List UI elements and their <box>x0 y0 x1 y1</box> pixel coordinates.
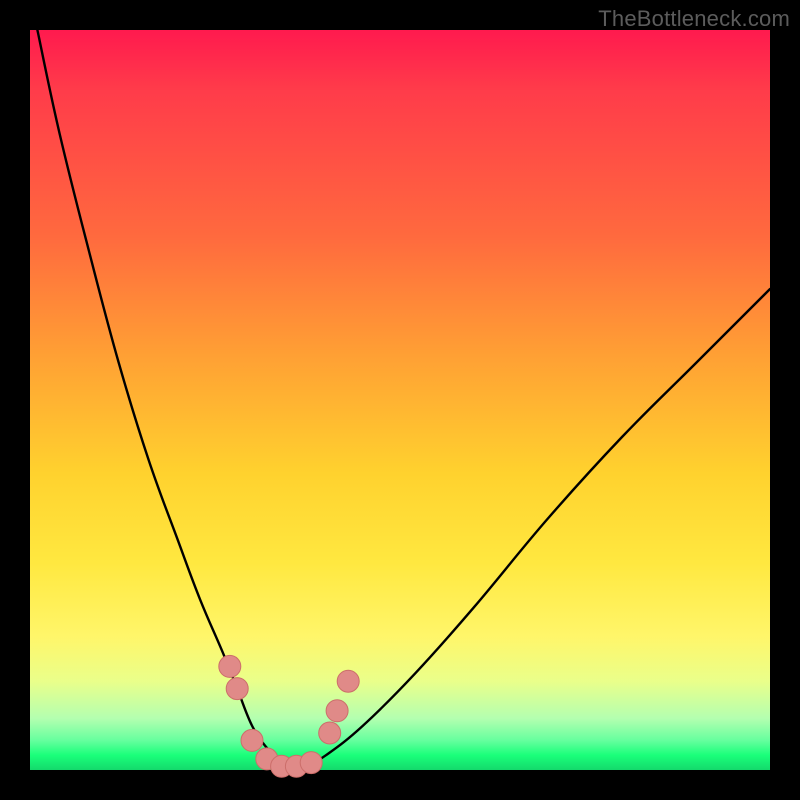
curve-marker <box>326 700 348 722</box>
chart-frame: TheBottleneck.com <box>0 0 800 800</box>
curve-svg <box>30 30 770 770</box>
watermark-text: TheBottleneck.com <box>598 6 790 32</box>
curve-marker <box>241 729 263 751</box>
plot-area <box>30 30 770 770</box>
curve-marker <box>226 678 248 700</box>
curve-marker <box>219 655 241 677</box>
curve-marker <box>319 722 341 744</box>
curve-marker <box>300 752 322 774</box>
marker-group <box>219 655 359 777</box>
curve-marker <box>337 670 359 692</box>
bottleneck-curve <box>37 30 770 771</box>
